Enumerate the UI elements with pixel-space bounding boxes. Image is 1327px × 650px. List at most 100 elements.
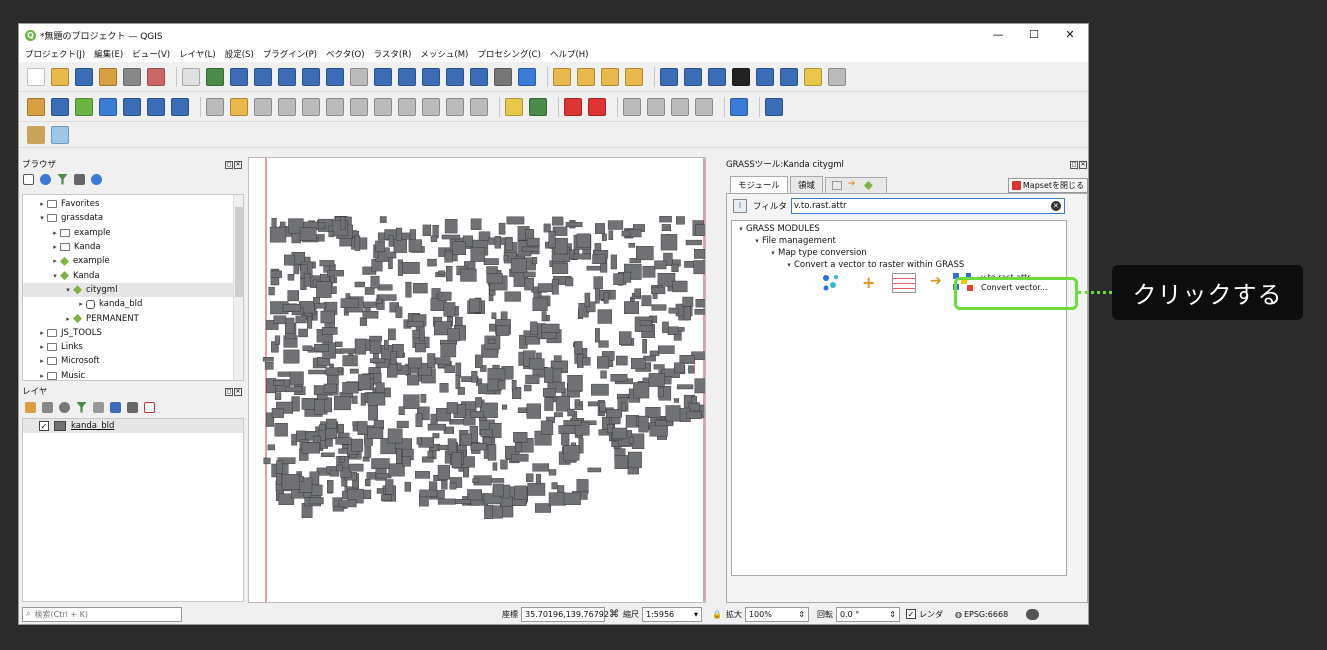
add-vector-icon[interactable]	[75, 97, 93, 116]
expanded-arrow-icon[interactable]: ▾	[736, 225, 746, 233]
minimize-button[interactable]: —	[980, 24, 1016, 46]
python-icon[interactable]	[730, 97, 748, 116]
select-location-icon[interactable]	[625, 67, 643, 86]
undo-icon[interactable]	[446, 97, 464, 116]
change-label-icon[interactable]	[671, 97, 689, 116]
close-panel-icon[interactable]: ✕	[234, 161, 242, 169]
select-icon[interactable]	[553, 67, 571, 86]
pan-icon[interactable]	[182, 67, 200, 86]
collapsed-arrow-icon[interactable]: ▸	[50, 229, 60, 237]
highlight-label-icon[interactable]	[695, 97, 713, 116]
modify-attributes-icon[interactable]	[326, 97, 344, 116]
expanded-arrow-icon[interactable]: ▾	[63, 286, 73, 294]
browser-item[interactable]: ▾ Kanda	[23, 268, 243, 282]
clear-filter-icon[interactable]: ✕	[1050, 201, 1061, 211]
deselect-icon[interactable]	[601, 67, 619, 86]
select-by-value-icon[interactable]	[577, 67, 595, 86]
collapsed-arrow-icon[interactable]: ▸	[50, 243, 60, 251]
tab-region[interactable]: 領域	[789, 176, 823, 193]
grass-tools-icon[interactable]	[27, 125, 45, 144]
menu-item[interactable]: ラスタ(R)	[374, 48, 412, 60]
coord-field[interactable]: 35.70196,139.76792	[521, 606, 609, 622]
show-hide-label-icon[interactable]	[588, 97, 606, 116]
browser-item[interactable]: ▸ JS_TOOLS	[23, 326, 243, 340]
label-icon[interactable]	[505, 97, 523, 116]
new-project-icon[interactable]	[27, 67, 45, 86]
redo-icon[interactable]	[470, 97, 488, 116]
browser-item[interactable]: ▸ kanda_bld	[23, 297, 243, 311]
scrollbar-thumb[interactable]	[235, 207, 243, 297]
map-canvas[interactable]	[248, 157, 714, 603]
zoom-to-layer-icon[interactable]	[326, 67, 344, 86]
rotate-label-icon[interactable]	[647, 97, 665, 116]
browser-item[interactable]: ▸ Music	[23, 369, 243, 380]
expanded-arrow-icon[interactable]: ▾	[50, 272, 60, 280]
zoom-in-icon[interactable]	[230, 67, 248, 86]
browser-item[interactable]: ▸ example	[23, 226, 243, 240]
open-project-icon[interactable]	[51, 67, 69, 86]
refresh-icon[interactable]	[40, 173, 51, 185]
menu-item[interactable]: プロジェクト(J)	[25, 48, 85, 60]
collapsed-arrow-icon[interactable]: ▸	[50, 257, 60, 265]
locate-icon[interactable]	[828, 67, 846, 86]
expand-all-icon[interactable]	[110, 401, 121, 413]
layout-manager-icon[interactable]	[123, 67, 141, 86]
help-icon[interactable]	[765, 97, 783, 116]
refresh-icon[interactable]	[518, 67, 536, 86]
new-print-layout-icon[interactable]	[99, 67, 117, 86]
pin-label-icon[interactable]	[564, 97, 582, 116]
module-list-toggle-icon[interactable]: ⁝	[733, 199, 747, 213]
module-tree-item[interactable]: ▾ GRASS MODULES	[732, 223, 1066, 235]
collapse-all-icon[interactable]	[127, 401, 138, 413]
add-virtual-icon[interactable]	[171, 97, 189, 116]
add-feature-icon[interactable]	[278, 97, 296, 116]
style-icon[interactable]	[25, 401, 36, 413]
expression-filter-icon[interactable]	[93, 401, 104, 413]
extents-toggle-icon[interactable]: ⌘	[609, 609, 619, 620]
copy-icon[interactable]	[398, 97, 416, 116]
save-edits-icon[interactable]	[254, 97, 272, 116]
close-button[interactable]: ✕	[1052, 24, 1088, 46]
field-calc-icon[interactable]	[756, 67, 774, 86]
data-source-manager-icon[interactable]	[27, 97, 45, 116]
close-mapset-button[interactable]: Mapsetを閉じる	[1007, 178, 1088, 193]
add-delimited-icon[interactable]	[147, 97, 165, 116]
crs-label[interactable]: EPSG:6668	[964, 610, 1008, 619]
float-icon[interactable]: ◻	[225, 161, 233, 169]
browser-item[interactable]: ▸ Favorites	[23, 197, 243, 211]
save-project-icon[interactable]	[75, 67, 93, 86]
add-layer-icon[interactable]	[23, 173, 34, 185]
collapsed-arrow-icon[interactable]: ▸	[76, 300, 86, 308]
expanded-arrow-icon[interactable]: ▾	[768, 249, 778, 257]
add-raster-icon[interactable]	[99, 97, 117, 116]
menu-item[interactable]: ベクタ(O)	[326, 48, 364, 60]
layer-row[interactable]: ✓ kanda_bld	[23, 419, 243, 434]
expanded-arrow-icon[interactable]: ▾	[37, 214, 47, 222]
magnify-field[interactable]: 100% ⇕	[744, 606, 809, 622]
layer-name[interactable]: kanda_bld	[71, 421, 114, 431]
tab-modules[interactable]: モジュール	[730, 176, 788, 193]
pan-to-selection-icon[interactable]	[206, 67, 224, 86]
browser-item[interactable]: ▸ example	[23, 254, 243, 268]
collapsed-arrow-icon[interactable]: ▸	[63, 315, 73, 323]
menu-item[interactable]: メッシュ(M)	[420, 48, 468, 60]
lock-icon[interactable]: 🔒	[712, 610, 722, 619]
bookmark-icon[interactable]	[470, 67, 488, 86]
new-geopackage-icon[interactable]	[51, 97, 69, 116]
filter-icon[interactable]	[76, 401, 87, 413]
tab-module-run[interactable]: ➔	[824, 177, 887, 193]
visibility-icon[interactable]	[59, 401, 70, 413]
browser-scrollbar[interactable]	[233, 195, 243, 380]
add-group-icon[interactable]	[42, 401, 53, 413]
zoom-native-icon[interactable]	[350, 67, 368, 86]
vertex-tool-icon[interactable]	[302, 97, 320, 116]
zoom-full-icon[interactable]	[278, 67, 296, 86]
globe-icon[interactable]: ◍	[955, 610, 962, 619]
cut-icon[interactable]	[374, 97, 392, 116]
new-map-view-icon[interactable]	[422, 67, 440, 86]
collapsed-arrow-icon[interactable]: ▸	[37, 200, 47, 208]
collapsed-arrow-icon[interactable]: ▸	[37, 329, 47, 337]
menu-item[interactable]: 編集(E)	[94, 48, 123, 60]
messages-icon[interactable]	[1026, 608, 1040, 620]
filter-icon[interactable]	[57, 173, 68, 185]
